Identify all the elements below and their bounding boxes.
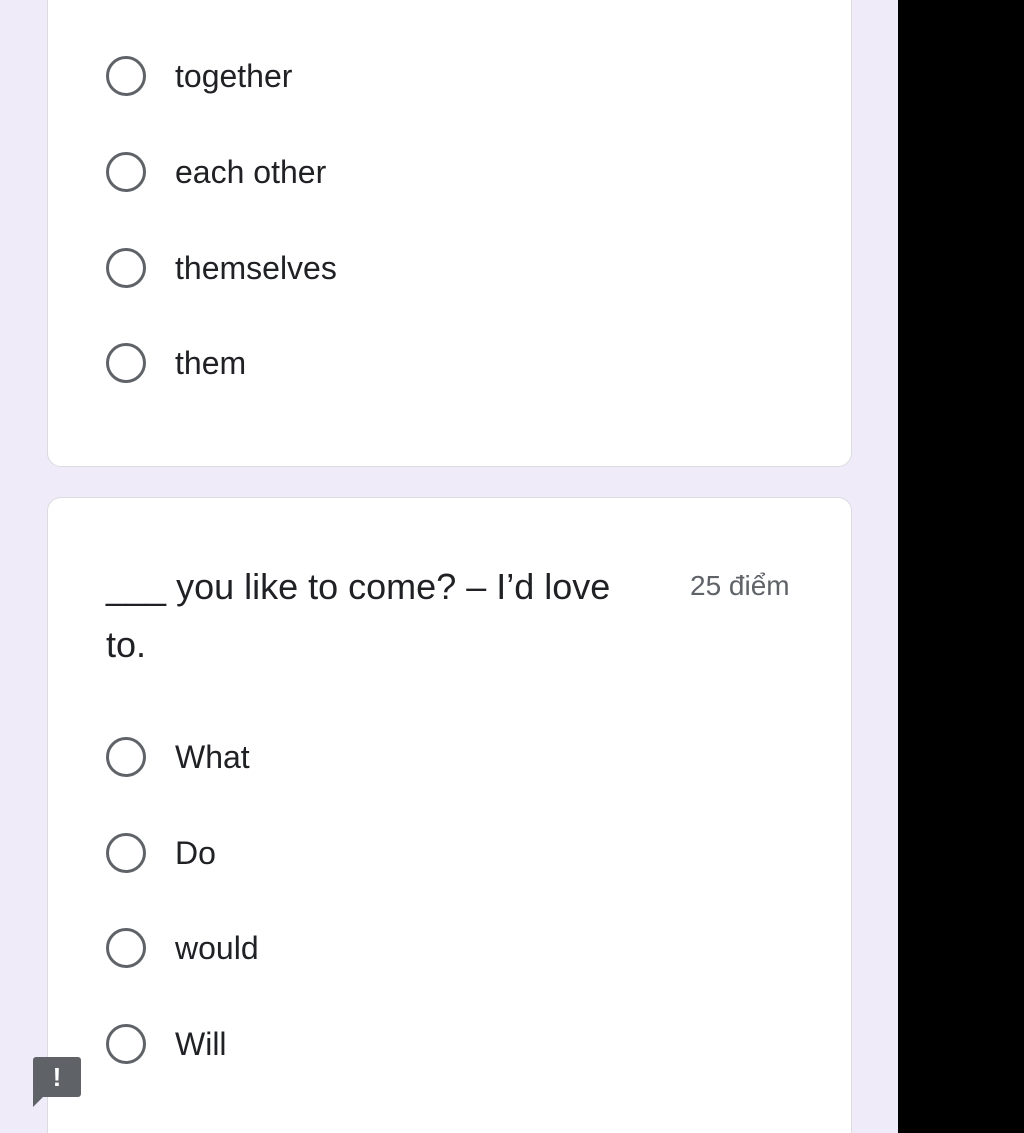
option-label: together bbox=[175, 57, 293, 94]
exclamation-icon: ! bbox=[52, 1062, 62, 1092]
option-them[interactable]: them bbox=[106, 339, 246, 387]
radio-button[interactable] bbox=[106, 56, 146, 96]
radio-button[interactable] bbox=[106, 833, 146, 873]
radio-button[interactable] bbox=[106, 152, 146, 192]
radio-button[interactable] bbox=[106, 248, 146, 288]
option-together[interactable]: together bbox=[106, 52, 292, 100]
question-title: ___ you like to come? – I’d love to. bbox=[106, 566, 611, 665]
black-side-panel bbox=[898, 0, 1024, 1133]
points-label: 25 điểm bbox=[690, 570, 790, 601]
option-would[interactable]: would bbox=[106, 924, 259, 972]
option-do[interactable]: Do bbox=[106, 829, 216, 877]
radio-button[interactable] bbox=[106, 343, 146, 383]
question-card-current: ___ you like to come? – I’d love to. 25 … bbox=[47, 497, 852, 1133]
radio-button[interactable] bbox=[106, 1024, 146, 1064]
option-each-other[interactable]: each other bbox=[106, 148, 326, 196]
feedback-button[interactable]: ! bbox=[33, 1057, 81, 1107]
option-label: Will bbox=[175, 1025, 227, 1062]
option-label: would bbox=[175, 929, 259, 966]
option-label: each other bbox=[175, 153, 327, 190]
option-label: Do bbox=[175, 834, 216, 871]
option-will[interactable]: Will bbox=[106, 1020, 227, 1068]
option-themselves[interactable]: themselves bbox=[106, 244, 337, 292]
option-label: What bbox=[175, 738, 250, 775]
radio-button[interactable] bbox=[106, 737, 146, 777]
radio-button[interactable] bbox=[106, 928, 146, 968]
question-card-previous: together each other themselves them bbox=[47, 0, 852, 467]
option-label: them bbox=[175, 344, 247, 381]
option-what[interactable]: What bbox=[106, 733, 250, 781]
option-label: themselves bbox=[175, 249, 337, 286]
